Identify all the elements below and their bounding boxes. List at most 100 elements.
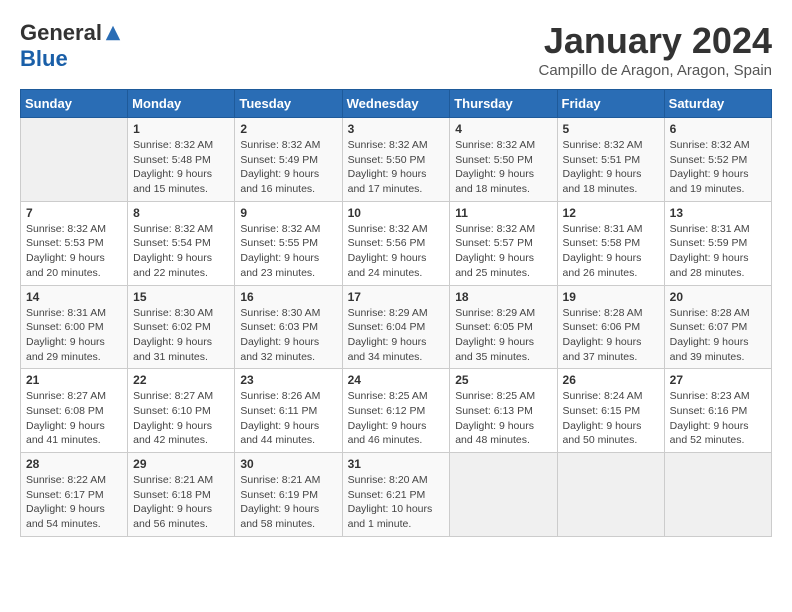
calendar-cell: 16 Sunrise: 8:30 AMSunset: 6:03 PMDayligh… [235, 285, 342, 369]
calendar-cell [21, 118, 128, 202]
calendar-cell: 17Sunrise: 8:29 AMSunset: 6:04 PMDayligh… [342, 285, 450, 369]
calendar-cell: 20 Sunrise: 8:28 AMSunset: 6:07 PMDayligh… [664, 285, 771, 369]
day-number: 24 [348, 373, 445, 387]
logo-blue-text: Blue [20, 46, 68, 71]
day-info: Sunrise: 8:25 AMSunset: 6:13 PMDaylight:… [455, 389, 551, 448]
calendar-cell: 8 Sunrise: 8:32 AMSunset: 5:54 PMDaylight… [128, 201, 235, 285]
col-header-friday: Friday [557, 90, 664, 118]
col-header-sunday: Sunday [21, 90, 128, 118]
calendar-cell: 13 Sunrise: 8:31 AMSunset: 5:59 PMDayligh… [664, 201, 771, 285]
calendar-cell [450, 453, 557, 537]
calendar-cell: 2 Sunrise: 8:32 AMSunset: 5:49 PMDaylight… [235, 118, 342, 202]
calendar-cell: 11 Sunrise: 8:32 AMSunset: 5:57 PMDayligh… [450, 201, 557, 285]
day-number: 5 [563, 122, 659, 136]
col-header-saturday: Saturday [664, 90, 771, 118]
day-info: Sunrise: 8:32 AMSunset: 5:51 PMDaylight:… [563, 138, 659, 197]
title-section: January 2024 Campillo de Aragon, Aragon,… [539, 20, 773, 79]
day-info: Sunrise: 8:31 AMSunset: 5:59 PMDaylight:… [670, 222, 766, 281]
day-number: 8 [133, 206, 229, 220]
day-number: 10 [348, 206, 445, 220]
day-info: Sunrise: 8:29 AMSunset: 6:05 PMDaylight:… [455, 306, 551, 365]
calendar-cell: 19Sunrise: 8:28 AMSunset: 6:06 PMDayligh… [557, 285, 664, 369]
calendar-cell: 29 Sunrise: 8:21 AMSunset: 6:18 PMDayligh… [128, 453, 235, 537]
day-number: 2 [240, 122, 336, 136]
day-number: 9 [240, 206, 336, 220]
calendar-table: SundayMondayTuesdayWednesdayThursdayFrid… [20, 89, 772, 537]
calendar-cell: 15Sunrise: 8:30 AMSunset: 6:02 PMDayligh… [128, 285, 235, 369]
day-info: Sunrise: 8:28 AMSunset: 6:07 PMDaylight:… [670, 306, 766, 365]
day-info: Sunrise: 8:25 AMSunset: 6:12 PMDaylight:… [348, 389, 445, 448]
day-number: 22 [133, 373, 229, 387]
day-number: 7 [26, 206, 122, 220]
day-info: Sunrise: 8:32 AMSunset: 5:52 PMDaylight:… [670, 138, 766, 197]
day-number: 13 [670, 206, 766, 220]
day-number: 17 [348, 290, 445, 304]
day-info: Sunrise: 8:32 AMSunset: 5:54 PMDaylight:… [133, 222, 229, 281]
day-number: 3 [348, 122, 445, 136]
day-info: Sunrise: 8:32 AMSunset: 5:57 PMDaylight:… [455, 222, 551, 281]
calendar-week-row: 1Sunrise: 8:32 AMSunset: 5:48 PMDaylight… [21, 118, 772, 202]
col-header-monday: Monday [128, 90, 235, 118]
calendar-cell: 7Sunrise: 8:32 AMSunset: 5:53 PMDaylight… [21, 201, 128, 285]
calendar-cell: 10Sunrise: 8:32 AMSunset: 5:56 PMDayligh… [342, 201, 450, 285]
day-number: 11 [455, 206, 551, 220]
calendar-cell: 3 Sunrise: 8:32 AMSunset: 5:50 PMDaylight… [342, 118, 450, 202]
col-header-thursday: Thursday [450, 90, 557, 118]
col-header-wednesday: Wednesday [342, 90, 450, 118]
calendar-week-row: 7Sunrise: 8:32 AMSunset: 5:53 PMDaylight… [21, 201, 772, 285]
day-info: Sunrise: 8:28 AMSunset: 6:06 PMDaylight:… [563, 306, 659, 365]
day-number: 26 [563, 373, 659, 387]
calendar-week-row: 21 Sunrise: 8:27 AMSunset: 6:08 PMDayligh… [21, 369, 772, 453]
day-info: Sunrise: 8:21 AMSunset: 6:18 PMDaylight:… [133, 473, 229, 532]
page-header: General Blue January 2024 Campillo de Ar… [20, 20, 772, 79]
day-info: Sunrise: 8:27 AMSunset: 6:08 PMDaylight:… [26, 389, 122, 448]
calendar-week-row: 28Sunrise: 8:22 AMSunset: 6:17 PMDayligh… [21, 453, 772, 537]
calendar-cell: 1Sunrise: 8:32 AMSunset: 5:48 PMDaylight… [128, 118, 235, 202]
calendar-cell: 21 Sunrise: 8:27 AMSunset: 6:08 PMDayligh… [21, 369, 128, 453]
calendar-cell [557, 453, 664, 537]
day-info: Sunrise: 8:21 AMSunset: 6:19 PMDaylight:… [240, 473, 336, 532]
day-number: 23 [240, 373, 336, 387]
day-info: Sunrise: 8:32 AMSunset: 5:49 PMDaylight:… [240, 138, 336, 197]
calendar-cell: 5 Sunrise: 8:32 AMSunset: 5:51 PMDaylight… [557, 118, 664, 202]
day-info: Sunrise: 8:30 AMSunset: 6:02 PMDaylight:… [133, 306, 229, 365]
day-info: Sunrise: 8:24 AMSunset: 6:15 PMDaylight:… [563, 389, 659, 448]
day-number: 21 [26, 373, 122, 387]
day-number: 25 [455, 373, 551, 387]
day-info: Sunrise: 8:26 AMSunset: 6:11 PMDaylight:… [240, 389, 336, 448]
logo: General Blue [20, 20, 122, 72]
day-number: 18 [455, 290, 551, 304]
day-number: 28 [26, 457, 122, 471]
day-number: 20 [670, 290, 766, 304]
day-number: 16 [240, 290, 336, 304]
calendar-cell [664, 453, 771, 537]
calendar-cell: 9 Sunrise: 8:32 AMSunset: 5:55 PMDaylight… [235, 201, 342, 285]
day-number: 29 [133, 457, 229, 471]
day-number: 31 [348, 457, 445, 471]
location-text: Campillo de Aragon, Aragon, Spain [539, 62, 773, 79]
day-info: Sunrise: 8:30 AMSunset: 6:03 PMDaylight:… [240, 306, 336, 365]
calendar-cell: 18 Sunrise: 8:29 AMSunset: 6:05 PMDayligh… [450, 285, 557, 369]
day-info: Sunrise: 8:32 AMSunset: 5:50 PMDaylight:… [348, 138, 445, 197]
day-info: Sunrise: 8:32 AMSunset: 5:55 PMDaylight:… [240, 222, 336, 281]
day-number: 27 [670, 373, 766, 387]
calendar-cell: 30 Sunrise: 8:21 AMSunset: 6:19 PMDayligh… [235, 453, 342, 537]
day-number: 6 [670, 122, 766, 136]
calendar-header-row: SundayMondayTuesdayWednesdayThursdayFrid… [21, 90, 772, 118]
calendar-cell: 27Sunrise: 8:23 AMSunset: 6:16 PMDayligh… [664, 369, 771, 453]
day-number: 12 [563, 206, 659, 220]
calendar-cell: 22Sunrise: 8:27 AMSunset: 6:10 PMDayligh… [128, 369, 235, 453]
calendar-cell: 28Sunrise: 8:22 AMSunset: 6:17 PMDayligh… [21, 453, 128, 537]
day-info: Sunrise: 8:32 AMSunset: 5:48 PMDaylight:… [133, 138, 229, 197]
col-header-tuesday: Tuesday [235, 90, 342, 118]
calendar-cell: 31Sunrise: 8:20 AMSunset: 6:21 PMDayligh… [342, 453, 450, 537]
calendar-week-row: 14Sunrise: 8:31 AMSunset: 6:00 PMDayligh… [21, 285, 772, 369]
calendar-cell: 14Sunrise: 8:31 AMSunset: 6:00 PMDayligh… [21, 285, 128, 369]
calendar-cell: 4Sunrise: 8:32 AMSunset: 5:50 PMDaylight… [450, 118, 557, 202]
day-number: 30 [240, 457, 336, 471]
logo-icon [104, 24, 122, 42]
day-info: Sunrise: 8:31 AMSunset: 5:58 PMDaylight:… [563, 222, 659, 281]
calendar-cell: 12 Sunrise: 8:31 AMSunset: 5:58 PMDayligh… [557, 201, 664, 285]
logo-general-text: General [20, 20, 102, 46]
calendar-cell: 25 Sunrise: 8:25 AMSunset: 6:13 PMDayligh… [450, 369, 557, 453]
